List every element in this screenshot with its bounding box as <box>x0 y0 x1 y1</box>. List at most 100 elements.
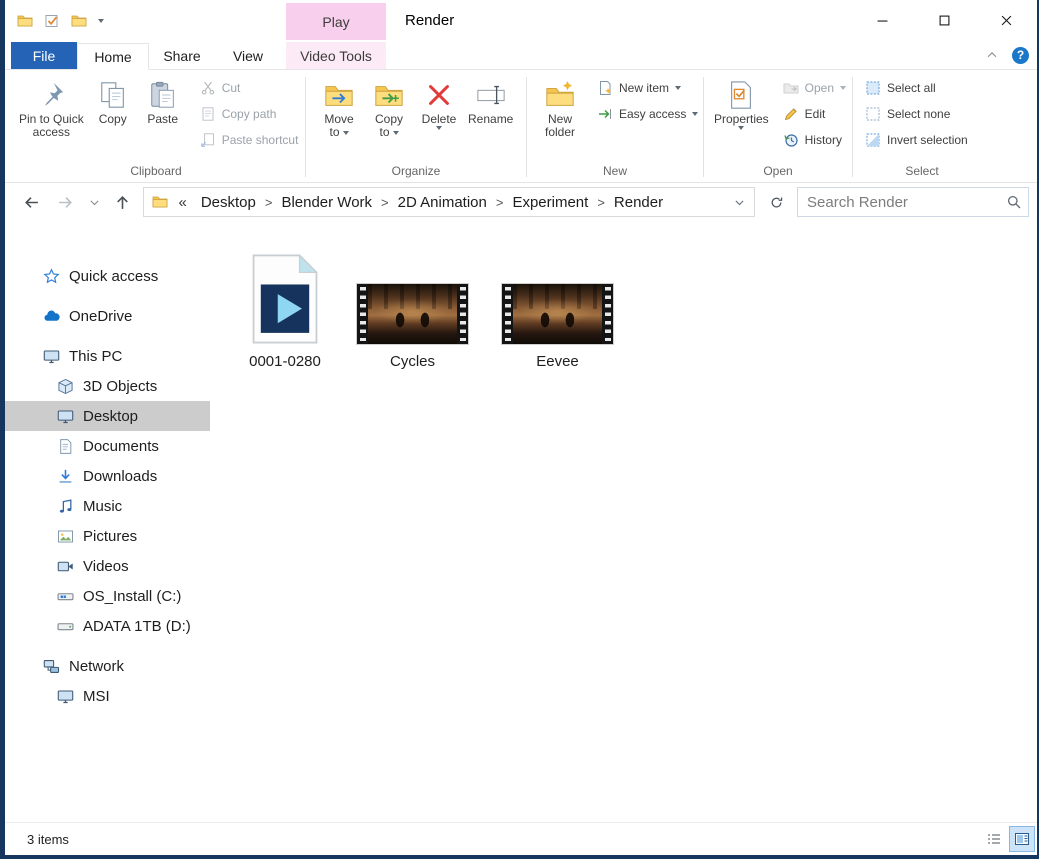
address-bar: « Desktop > Blender Work > 2D Animation … <box>5 183 1037 221</box>
copy-to-label-line2: to <box>379 125 390 139</box>
quick-access-toolbar <box>5 13 104 29</box>
breadcrumb-item-desktop[interactable]: Desktop <box>193 188 264 216</box>
breadcrumb-separator: > <box>597 194 605 210</box>
refresh-button[interactable] <box>763 189 789 215</box>
picture-icon <box>57 528 74 545</box>
breadcrumb-item-experiment[interactable]: Experiment <box>504 188 596 216</box>
tab-file[interactable]: File <box>11 42 77 69</box>
rename-button[interactable]: Rename <box>464 75 517 128</box>
document-icon <box>57 438 74 455</box>
file-item-0001-0280[interactable]: 0001-0280 <box>246 253 324 370</box>
copy-icon <box>98 80 128 110</box>
address-dropdown-button[interactable] <box>728 189 750 215</box>
sidebar-item-pictures[interactable]: Pictures <box>5 521 210 551</box>
new-folder-button[interactable]: New folder <box>535 75 585 141</box>
easy-access-button[interactable]: Easy access <box>593 101 702 127</box>
open-button[interactable]: Open <box>779 75 850 101</box>
up-button[interactable] <box>110 189 136 215</box>
move-to-button[interactable]: Move to <box>314 75 364 141</box>
close-button[interactable] <box>975 0 1037 41</box>
chevron-down-icon <box>88 196 101 209</box>
sidebar-item-3d-objects[interactable]: 3D Objects <box>5 371 210 401</box>
tab-view[interactable]: View <box>215 42 281 69</box>
cut-label: Cut <box>221 81 241 95</box>
sidebar-item-this-pc[interactable]: This PC <box>5 341 210 371</box>
cube-icon <box>57 378 74 395</box>
sidebar-item-network[interactable]: Network <box>5 651 210 681</box>
minimize-button[interactable] <box>851 0 913 41</box>
select-none-button[interactable]: Select none <box>861 101 972 127</box>
back-button[interactable] <box>19 189 45 215</box>
history-button[interactable]: History <box>779 127 850 153</box>
qat-new-folder-icon[interactable] <box>71 13 87 29</box>
sidebar-item-music[interactable]: Music <box>5 491 210 521</box>
sidebar-item-adata-1tb-d[interactable]: ADATA 1TB (D:) <box>5 611 210 641</box>
select-all-icon <box>865 80 881 96</box>
sidebar-item-quick-access[interactable]: Quick access <box>5 261 210 291</box>
clipboard-buttons: Pin to Quick access Copy Paste Cut Copy … <box>7 72 305 162</box>
sidebar-item-desktop[interactable]: Desktop <box>5 401 210 431</box>
video-file-icon <box>246 253 324 345</box>
forward-button[interactable] <box>53 189 79 215</box>
breadcrumb-overflow[interactable]: « <box>172 194 192 211</box>
sidebar-item-documents[interactable]: Documents <box>5 431 210 461</box>
tab-video-tools[interactable]: Video Tools <box>286 42 386 69</box>
sidebar-item-os-install-c[interactable]: OS_Install (C:) <box>5 581 210 611</box>
tab-home[interactable]: Home <box>77 43 149 70</box>
sidebar-item-onedrive[interactable]: OneDrive <box>5 301 210 331</box>
easy-access-label: Easy access <box>619 107 687 121</box>
new-folder-icon <box>545 80 575 110</box>
dropdown-arrow-icon <box>738 126 745 130</box>
select-buttons: Select all Select none Invert selection <box>853 72 991 162</box>
file-name: Eevee <box>536 353 579 370</box>
organize-buttons: Move to Copy to Delete Rename <box>306 72 526 162</box>
cut-button[interactable]: Cut <box>196 75 303 101</box>
details-view-button[interactable] <box>981 826 1007 852</box>
paste-shortcut-button[interactable]: Paste shortcut <box>196 127 303 153</box>
collapse-ribbon-icon[interactable] <box>985 48 999 62</box>
edit-button[interactable]: Edit <box>779 101 850 127</box>
maximize-button[interactable] <box>913 0 975 41</box>
clipboard-group-label: Clipboard <box>130 164 182 178</box>
qat-customize-dropdown-icon[interactable] <box>98 18 104 23</box>
file-name: Cycles <box>389 353 435 370</box>
invert-selection-button[interactable]: Invert selection <box>861 127 972 153</box>
breadcrumb-item-render[interactable]: Render <box>606 188 671 216</box>
items-count: 3 items <box>27 831 69 847</box>
sidebar-item-downloads[interactable]: Downloads <box>5 461 210 491</box>
breadcrumb-item-blender-work[interactable]: Blender Work <box>273 188 380 216</box>
video-camera-icon <box>57 558 74 575</box>
search-icon[interactable] <box>1006 194 1022 210</box>
explorer-window-icon <box>17 13 33 29</box>
file-list-area[interactable]: 0001-0280 Cycles Eevee <box>210 221 1037 822</box>
thumbnails-view-button[interactable] <box>1009 826 1035 852</box>
breadcrumb-bar[interactable]: « Desktop > Blender Work > 2D Animation … <box>143 187 756 217</box>
pin-to-quick-access-button[interactable]: Pin to Quick access <box>15 75 88 141</box>
qat-properties-icon[interactable] <box>44 13 60 29</box>
paste-shortcut-icon <box>200 132 216 148</box>
open-small-buttons: Open Edit History <box>779 75 850 153</box>
select-all-button[interactable]: Select all <box>861 75 972 101</box>
file-item-eevee[interactable]: Eevee <box>501 283 614 370</box>
sprocket-holes <box>604 287 611 341</box>
recent-locations-button[interactable] <box>86 189 102 215</box>
computer-icon <box>43 348 60 365</box>
copy-to-button[interactable]: Copy to <box>364 75 414 141</box>
copy-button[interactable]: Copy <box>88 75 138 128</box>
search-input[interactable] <box>807 193 1007 211</box>
file-item-cycles[interactable]: Cycles <box>356 283 469 370</box>
properties-button[interactable]: Properties <box>712 75 771 132</box>
delete-button[interactable]: Delete <box>414 75 464 132</box>
breadcrumb-item-2d-animation[interactable]: 2D Animation <box>390 188 495 216</box>
copy-path-button[interactable]: Copy path <box>196 101 303 127</box>
sidebar-item-videos[interactable]: Videos <box>5 551 210 581</box>
window-controls <box>851 0 1037 41</box>
forward-icon <box>57 194 74 211</box>
paste-button[interactable]: Paste <box>138 75 188 128</box>
up-icon <box>114 194 131 211</box>
copy-label: Copy <box>98 112 127 126</box>
help-button[interactable]: ? <box>1012 46 1029 64</box>
sidebar-item-msi[interactable]: MSI <box>5 681 210 711</box>
new-item-button[interactable]: New item <box>593 75 702 101</box>
tab-share[interactable]: Share <box>149 42 215 69</box>
